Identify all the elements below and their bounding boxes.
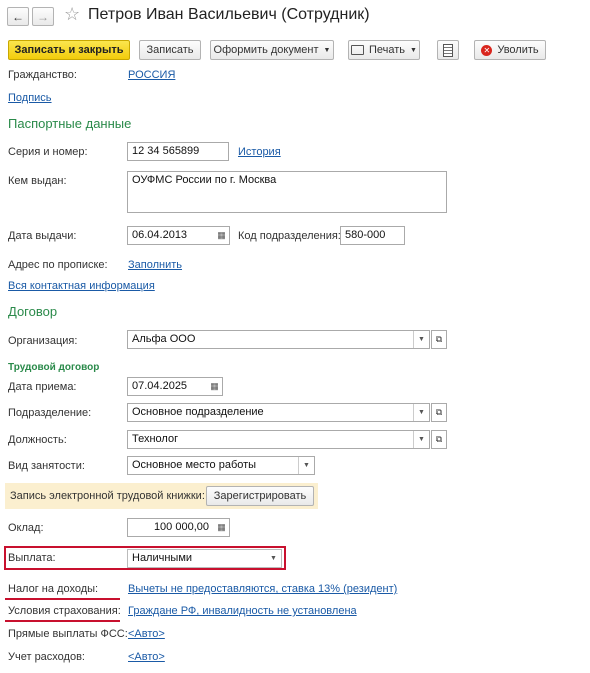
dropdown-icon[interactable]: ▼	[413, 404, 429, 421]
organization-label: Организация:	[8, 335, 78, 347]
report-button[interactable]	[437, 40, 459, 60]
issued-by-label: Кем выдан:	[8, 175, 67, 187]
expense-label: Учет расходов:	[8, 651, 85, 663]
fss-link[interactable]: <Авто>	[128, 628, 165, 640]
calculator-icon[interactable]: ▦	[214, 519, 229, 536]
insurance-underline-mark	[5, 620, 120, 622]
employment-contract-subtitle: Трудовой договор	[8, 362, 100, 373]
payout-select[interactable]: Наличными ▼	[127, 549, 282, 568]
contract-section-title: Договор	[8, 304, 58, 319]
department-label: Подразделение:	[8, 407, 92, 419]
create-document-button[interactable]: Оформить документ ▼	[210, 40, 334, 60]
arrow-right-icon: →	[37, 9, 49, 24]
all-contacts-link[interactable]: Вся контактная информация	[8, 280, 155, 292]
tax-link[interactable]: Вычеты не предоставляются, ставка 13% (р…	[128, 583, 397, 595]
calendar-icon[interactable]: ▦	[214, 227, 229, 244]
printer-icon	[351, 45, 364, 55]
ewb-label: Запись электронной трудовой книжки:	[10, 490, 205, 502]
arrow-left-icon: ←	[12, 9, 24, 24]
dept-code-label: Код подразделения:	[238, 230, 341, 242]
dropdown-icon[interactable]: ▼	[413, 331, 429, 348]
forward-button[interactable]: →	[32, 7, 54, 26]
dept-code-field[interactable]: 580-000	[340, 226, 405, 245]
dismiss-button[interactable]: ✕ Уволить	[474, 40, 546, 60]
back-button[interactable]: ←	[7, 7, 29, 26]
department-field[interactable]: Основное подразделение ▼	[127, 403, 430, 422]
hire-date-field[interactable]: 07.04.2025 ▦	[127, 377, 223, 396]
employment-type-select[interactable]: Основное место работы ▼	[127, 456, 315, 475]
signature-link[interactable]: Подпись	[8, 92, 52, 104]
employment-type-label: Вид занятости:	[8, 460, 85, 472]
save-button[interactable]: Записать	[139, 40, 201, 60]
caret-down-icon: ▼	[410, 46, 417, 54]
dropdown-icon[interactable]: ▼	[413, 431, 429, 448]
organization-field[interactable]: Альфа ООО ▼	[127, 330, 430, 349]
open-department-icon[interactable]: ⧉	[431, 403, 447, 422]
issue-date-field[interactable]: 06.04.2013 ▦	[127, 226, 230, 245]
dropdown-icon[interactable]: ▼	[266, 550, 281, 567]
document-list-icon	[443, 43, 453, 57]
print-button[interactable]: Печать ▼	[348, 40, 420, 60]
tax-underline-mark	[5, 598, 120, 600]
passport-section-title: Паспортные данные	[8, 116, 132, 131]
salary-label: Оклад:	[8, 522, 44, 534]
series-number-field[interactable]: 12 34 565899	[127, 142, 229, 161]
issued-by-field[interactable]: ОУФМС России по г. Москва	[127, 171, 447, 213]
payout-label: Выплата:	[8, 552, 56, 564]
tax-label: Налог на доходы:	[8, 583, 99, 595]
salary-field[interactable]: 100 000,00 ▦	[127, 518, 230, 537]
citizenship-label: Гражданство:	[8, 69, 77, 81]
caret-down-icon: ▼	[323, 46, 331, 54]
dropdown-icon[interactable]: ▼	[298, 457, 314, 474]
insurance-link[interactable]: Граждане РФ, инвалидность не установлена	[128, 605, 357, 617]
position-label: Должность:	[8, 434, 67, 446]
open-organization-icon[interactable]: ⧉	[431, 330, 447, 349]
history-link[interactable]: История	[238, 146, 281, 158]
open-position-icon[interactable]: ⧉	[431, 430, 447, 449]
save-and-close-button[interactable]: Записать и закрыть	[8, 40, 130, 60]
favorite-star-icon[interactable]: ☆	[64, 4, 80, 25]
fss-label: Прямые выплаты ФСС:	[8, 628, 128, 640]
register-button[interactable]: Зарегистрировать	[206, 486, 314, 506]
position-field[interactable]: Технолог ▼	[127, 430, 430, 449]
calendar-icon[interactable]: ▦	[207, 378, 222, 395]
issue-date-label: Дата выдачи:	[8, 230, 77, 242]
cancel-icon: ✕	[481, 44, 493, 56]
fill-address-link[interactable]: Заполнить	[128, 259, 182, 271]
citizenship-link[interactable]: РОССИЯ	[128, 69, 175, 81]
expense-link[interactable]: <Авто>	[128, 651, 165, 663]
series-label: Серия и номер:	[8, 146, 88, 158]
address-label: Адрес по прописке:	[8, 259, 108, 271]
hire-date-label: Дата приема:	[8, 381, 77, 393]
insurance-label: Условия страхования:	[8, 605, 121, 617]
window-title: Петров Иван Васильевич (Сотрудник)	[88, 6, 370, 23]
